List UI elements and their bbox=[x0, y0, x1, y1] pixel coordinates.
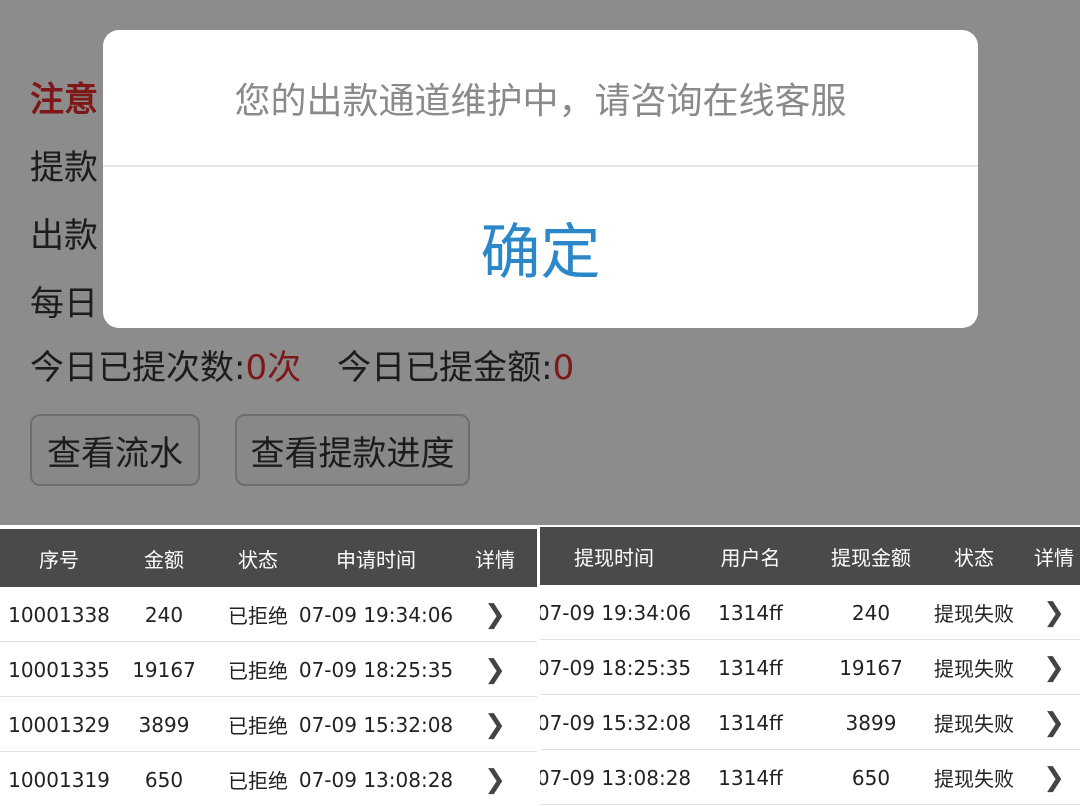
cell-amount: 3899 bbox=[845, 710, 897, 735]
cell-amount: 19167 bbox=[839, 655, 903, 680]
table-row[interactable]: 07-09 15:32:08 1314ff 3899 提现失败 ❯ bbox=[540, 695, 1080, 750]
cell-amount: 650 bbox=[144, 767, 184, 792]
dialog-message: 您的出款通道维护中，请咨询在线客服 bbox=[234, 80, 847, 122]
withdrawal-records-table: 提现时间 用户名 提现金额 状态 详情 07-09 19:34:06 1314f… bbox=[540, 525, 1080, 806]
confirm-button[interactable]: 确定 bbox=[103, 167, 978, 328]
cell-amount: 19167 bbox=[132, 657, 196, 682]
cell-username: 1314ff bbox=[718, 655, 783, 680]
cell-username: 1314ff bbox=[718, 765, 783, 790]
cell-status: 提现失败 bbox=[934, 657, 1014, 681]
cell-id: 10001338 bbox=[8, 602, 110, 627]
chevron-right-icon[interactable]: ❯ bbox=[1028, 695, 1080, 750]
cell-id: 10001329 bbox=[8, 712, 110, 737]
cell-status: 已拒绝 bbox=[228, 769, 288, 793]
header-withdraw-amount: 提现金额 bbox=[831, 545, 911, 570]
table-row[interactable]: 10001319 650 已拒绝 07-09 13:08:28 ❯ bbox=[0, 752, 537, 806]
cell-status: 提现失败 bbox=[934, 767, 1014, 791]
header-withdraw-time: 提现时间 bbox=[574, 545, 654, 570]
chevron-right-icon[interactable]: ❯ bbox=[1028, 750, 1080, 805]
cell-time: 07-09 19:34:06 bbox=[298, 602, 454, 627]
cell-amount: 240 bbox=[851, 600, 891, 625]
cell-status: 已拒绝 bbox=[228, 659, 288, 683]
header-status: 状态 bbox=[238, 547, 278, 572]
table-row[interactable]: 07-09 19:34:06 1314ff 240 提现失败 ❯ bbox=[540, 585, 1080, 640]
cell-time: 07-09 13:08:28 bbox=[540, 765, 692, 790]
withdrawal-screen: 注意 提款 出款 每日 今日已提次数:0次 今日已提金额:0 查看流水 查看提款进… bbox=[0, 0, 1080, 525]
chevron-right-icon[interactable]: ❯ bbox=[455, 697, 535, 752]
cell-amount: 240 bbox=[144, 602, 184, 627]
cell-amount: 3899 bbox=[138, 712, 190, 737]
cell-status: 提现失败 bbox=[934, 602, 1014, 626]
header-apply-time: 申请时间 bbox=[336, 547, 416, 572]
cell-time: 07-09 18:25:35 bbox=[540, 655, 692, 680]
table-row[interactable]: 10001329 3899 已拒绝 07-09 15:32:08 ❯ bbox=[0, 697, 537, 752]
header-username: 用户名 bbox=[720, 545, 781, 570]
cell-id: 10001335 bbox=[8, 657, 110, 682]
table-header: 提现时间 用户名 提现金额 状态 详情 bbox=[540, 527, 1080, 585]
cell-time: 07-09 18:25:35 bbox=[298, 657, 454, 682]
withdrawal-orders-table: 序号 金额 状态 申请时间 详情 10001338 240 已拒绝 07-09 … bbox=[0, 525, 537, 806]
chevron-right-icon[interactable]: ❯ bbox=[455, 752, 535, 806]
table-row[interactable]: 07-09 18:25:35 1314ff 19167 提现失败 ❯ bbox=[540, 640, 1080, 695]
cell-time: 07-09 13:08:28 bbox=[298, 767, 454, 792]
cell-status: 已拒绝 bbox=[228, 604, 288, 628]
chevron-right-icon[interactable]: ❯ bbox=[1028, 585, 1080, 640]
header-detail: 详情 bbox=[1034, 545, 1074, 570]
cell-time: 07-09 19:34:06 bbox=[540, 600, 692, 625]
table-row[interactable]: 10001335 19167 已拒绝 07-09 18:25:35 ❯ bbox=[0, 642, 537, 697]
header-detail: 详情 bbox=[475, 547, 515, 572]
chevron-right-icon[interactable]: ❯ bbox=[455, 587, 535, 642]
cell-status: 提现失败 bbox=[934, 712, 1014, 736]
cell-username: 1314ff bbox=[718, 710, 783, 735]
header-amount: 金额 bbox=[144, 547, 184, 572]
cell-username: 1314ff bbox=[718, 600, 783, 625]
header-status: 状态 bbox=[954, 545, 994, 570]
cell-amount: 650 bbox=[851, 765, 891, 790]
chevron-right-icon[interactable]: ❯ bbox=[455, 642, 535, 697]
chevron-right-icon[interactable]: ❯ bbox=[1028, 640, 1080, 695]
table-header: 序号 金额 状态 申请时间 详情 bbox=[0, 529, 537, 587]
table-row[interactable]: 10001338 240 已拒绝 07-09 19:34:06 ❯ bbox=[0, 587, 537, 642]
cell-time: 07-09 15:32:08 bbox=[540, 710, 692, 735]
cell-time: 07-09 15:32:08 bbox=[298, 712, 454, 737]
header-id: 序号 bbox=[39, 547, 79, 572]
cell-status: 已拒绝 bbox=[228, 714, 288, 738]
alert-dialog: 您的出款通道维护中，请咨询在线客服 确定 bbox=[103, 30, 978, 328]
cell-id: 10001319 bbox=[8, 767, 110, 792]
table-row[interactable]: 07-09 13:08:28 1314ff 650 提现失败 ❯ bbox=[540, 750, 1080, 805]
